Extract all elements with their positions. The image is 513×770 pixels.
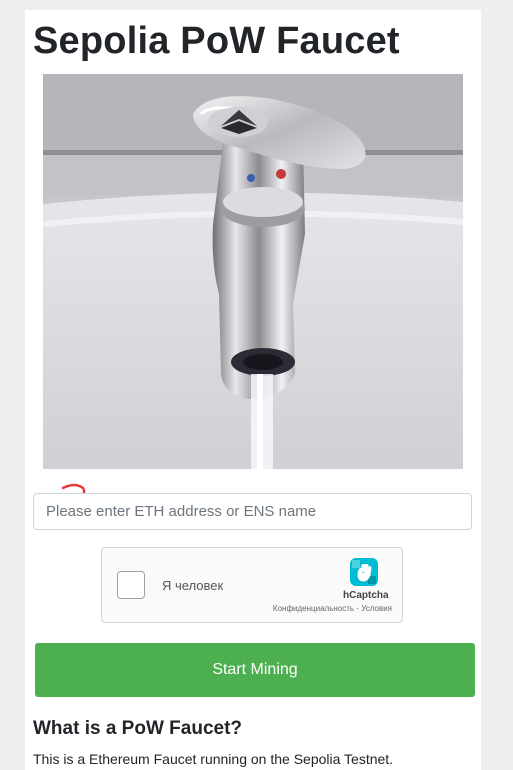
start-mining-button[interactable]: Start Mining [35, 643, 475, 697]
hcaptcha-widget: Я человек hCaptcha Конфиденциальность - … [101, 547, 403, 623]
faucet-image [43, 74, 463, 469]
privacy-link[interactable]: Конфиденциальность [273, 604, 354, 613]
hcaptcha-logo-icon [350, 558, 378, 586]
section-paragraph: This is a Ethereum Faucet running on the… [33, 751, 394, 767]
page-title: Sepolia PoW Faucet [33, 20, 400, 62]
eth-address-input[interactable] [33, 493, 472, 530]
section-heading: What is a PoW Faucet? [33, 718, 243, 739]
hcaptcha-links: Конфиденциальность - Условия [273, 604, 392, 613]
captcha-checkbox[interactable] [117, 571, 145, 599]
hcaptcha-brand: hCaptcha [343, 590, 389, 601]
captcha-checkbox-label: Я человек [162, 578, 224, 593]
faucet-card: Sepolia PoW Faucet Please enter ETH addr… [25, 10, 481, 770]
terms-link[interactable]: Условия [361, 604, 392, 613]
